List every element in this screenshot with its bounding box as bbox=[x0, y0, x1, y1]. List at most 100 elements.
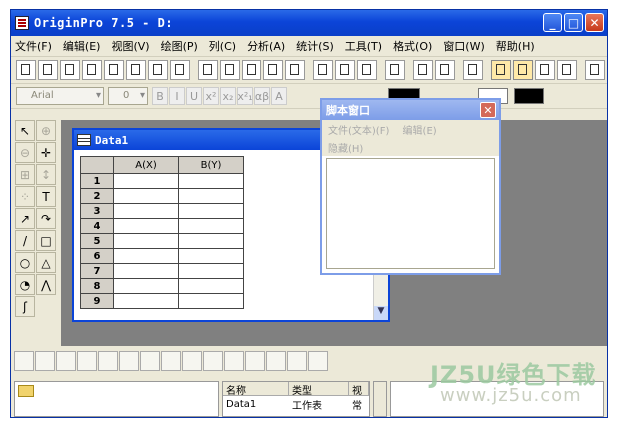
area-plot-icon[interactable] bbox=[140, 351, 160, 371]
menu-analysis[interactable]: 分析(A) bbox=[247, 38, 285, 54]
cell[interactable] bbox=[113, 263, 179, 279]
menu-edit[interactable]: 编辑(E) bbox=[63, 38, 101, 54]
list-header-name[interactable]: 名称 bbox=[223, 382, 289, 397]
script-window-icon[interactable] bbox=[513, 60, 533, 80]
italic-button[interactable]: I bbox=[169, 87, 185, 105]
new-excel-icon[interactable] bbox=[59, 60, 80, 80]
open-icon[interactable] bbox=[197, 60, 218, 80]
save-icon[interactable] bbox=[263, 60, 284, 80]
supsub-button[interactable]: x²₁ bbox=[237, 87, 253, 105]
menu-statistics[interactable]: 统计(S) bbox=[296, 38, 334, 54]
line-tool[interactable]: / bbox=[15, 230, 35, 251]
project-explorer-icon[interactable] bbox=[463, 60, 484, 80]
print-icon[interactable] bbox=[385, 60, 406, 80]
corner-cell[interactable] bbox=[80, 156, 114, 174]
bold-button[interactable]: B bbox=[152, 87, 168, 105]
underline-button[interactable]: U bbox=[186, 87, 202, 105]
open-template-icon[interactable] bbox=[219, 60, 240, 80]
import-wizard-icon[interactable] bbox=[357, 60, 378, 80]
new-layout-icon[interactable] bbox=[147, 60, 168, 80]
app-icon[interactable] bbox=[15, 16, 29, 30]
new-project-icon[interactable] bbox=[16, 60, 36, 80]
results-log-icon[interactable] bbox=[491, 60, 512, 80]
list-item[interactable]: Data1 工作表 常 bbox=[223, 396, 369, 412]
smith-chart-icon[interactable] bbox=[224, 351, 244, 371]
column-menu-icon[interactable] bbox=[584, 60, 605, 80]
increase-font-button[interactable]: A bbox=[271, 87, 287, 105]
list-header-type[interactable]: 类型 bbox=[289, 382, 349, 397]
new-notes-icon[interactable] bbox=[169, 60, 190, 80]
template-library-icon[interactable] bbox=[308, 351, 328, 371]
cell[interactable] bbox=[178, 233, 244, 249]
cell[interactable] bbox=[178, 173, 244, 189]
import-multiple-icon[interactable] bbox=[335, 60, 356, 80]
new-worksheet-icon[interactable] bbox=[37, 60, 58, 80]
cell[interactable] bbox=[178, 263, 244, 279]
menu-view[interactable]: 视图(V) bbox=[111, 38, 149, 54]
zoom-in-tool[interactable]: ⊕ bbox=[36, 120, 56, 141]
ternary-icon[interactable] bbox=[203, 351, 223, 371]
row-header[interactable]: 8 bbox=[80, 278, 114, 294]
polygon-tool[interactable]: △ bbox=[36, 252, 56, 273]
row-header[interactable]: 2 bbox=[80, 188, 114, 204]
menu-column[interactable]: 列(C) bbox=[209, 38, 236, 54]
rectangle-tool[interactable]: □ bbox=[36, 230, 56, 251]
splitter[interactable] bbox=[373, 381, 387, 417]
cell[interactable] bbox=[178, 218, 244, 234]
font-size-select[interactable]: 0 bbox=[108, 87, 148, 105]
duplicate-icon[interactable] bbox=[435, 60, 456, 80]
refresh-icon[interactable] bbox=[413, 60, 434, 80]
polyline-tool[interactable]: ⋀ bbox=[36, 274, 56, 295]
menu-window[interactable]: 窗口(W) bbox=[443, 38, 484, 54]
circle-tool[interactable]: ○ bbox=[15, 252, 35, 273]
data-selector-tool[interactable]: ↕ bbox=[36, 164, 56, 185]
new-graph-icon[interactable] bbox=[81, 60, 102, 80]
zoom-out-tool[interactable]: ⊖ bbox=[15, 142, 35, 163]
script-menu-hide[interactable]: 隐藏(H) bbox=[328, 144, 363, 155]
script-menu-edit[interactable]: 编辑(E) bbox=[403, 126, 437, 137]
open-excel-icon[interactable] bbox=[241, 60, 262, 80]
cell[interactable] bbox=[113, 293, 179, 309]
menu-format[interactable]: 格式(O) bbox=[393, 38, 432, 54]
screen-reader-tool[interactable]: ✛ bbox=[36, 142, 56, 163]
row-header[interactable]: 7 bbox=[80, 263, 114, 279]
minimize-button[interactable]: _ bbox=[543, 13, 562, 32]
template-icon[interactable] bbox=[287, 351, 307, 371]
scatter-plot-icon[interactable] bbox=[35, 351, 55, 371]
waterfall-icon[interactable] bbox=[245, 351, 265, 371]
subscript-button[interactable]: x₂ bbox=[220, 87, 236, 105]
maximize-button[interactable]: □ bbox=[564, 13, 583, 32]
row-header[interactable]: 5 bbox=[80, 233, 114, 249]
folder-icon[interactable] bbox=[18, 385, 34, 397]
script-close-button[interactable]: ✕ bbox=[480, 102, 496, 118]
row-header[interactable]: 4 bbox=[80, 218, 114, 234]
freehand-tool[interactable]: ʃ bbox=[15, 296, 35, 317]
polar-icon[interactable] bbox=[182, 351, 202, 371]
column-header[interactable]: B(Y) bbox=[178, 156, 244, 174]
menu-file[interactable]: 文件(F) bbox=[15, 38, 52, 54]
title-bar[interactable]: OriginPro 7.5 - D: _ □ ✕ bbox=[11, 10, 607, 36]
cell[interactable] bbox=[113, 233, 179, 249]
save-template-icon[interactable] bbox=[285, 60, 306, 80]
cell[interactable] bbox=[113, 248, 179, 264]
script-textarea[interactable] bbox=[326, 158, 495, 269]
superscript-button[interactable]: x² bbox=[203, 87, 219, 105]
new-matrix-icon[interactable] bbox=[103, 60, 124, 80]
contour-icon[interactable] bbox=[161, 351, 181, 371]
cell[interactable] bbox=[178, 293, 244, 309]
code-builder-icon[interactable] bbox=[534, 60, 555, 80]
pie-chart-icon[interactable] bbox=[119, 351, 139, 371]
cell[interactable] bbox=[178, 278, 244, 294]
script-window[interactable]: 脚本窗口 ✕ 文件(文本)(F) 编辑(E) 隐藏(H) bbox=[320, 98, 501, 275]
curved-arrow-tool[interactable]: ↷ bbox=[36, 208, 56, 229]
vector-icon[interactable] bbox=[266, 351, 286, 371]
greek-button[interactable]: αβ bbox=[254, 87, 270, 105]
script-titlebar[interactable]: 脚本窗口 ✕ bbox=[322, 100, 499, 120]
line-plot-icon[interactable] bbox=[14, 351, 34, 371]
close-button[interactable]: ✕ bbox=[585, 13, 604, 32]
cell[interactable] bbox=[178, 203, 244, 219]
list-header-view[interactable]: 视 bbox=[349, 382, 369, 397]
data-reader-tool[interactable]: ⊞ bbox=[15, 164, 35, 185]
cell[interactable] bbox=[113, 173, 179, 189]
menu-plot[interactable]: 绘图(P) bbox=[161, 38, 198, 54]
